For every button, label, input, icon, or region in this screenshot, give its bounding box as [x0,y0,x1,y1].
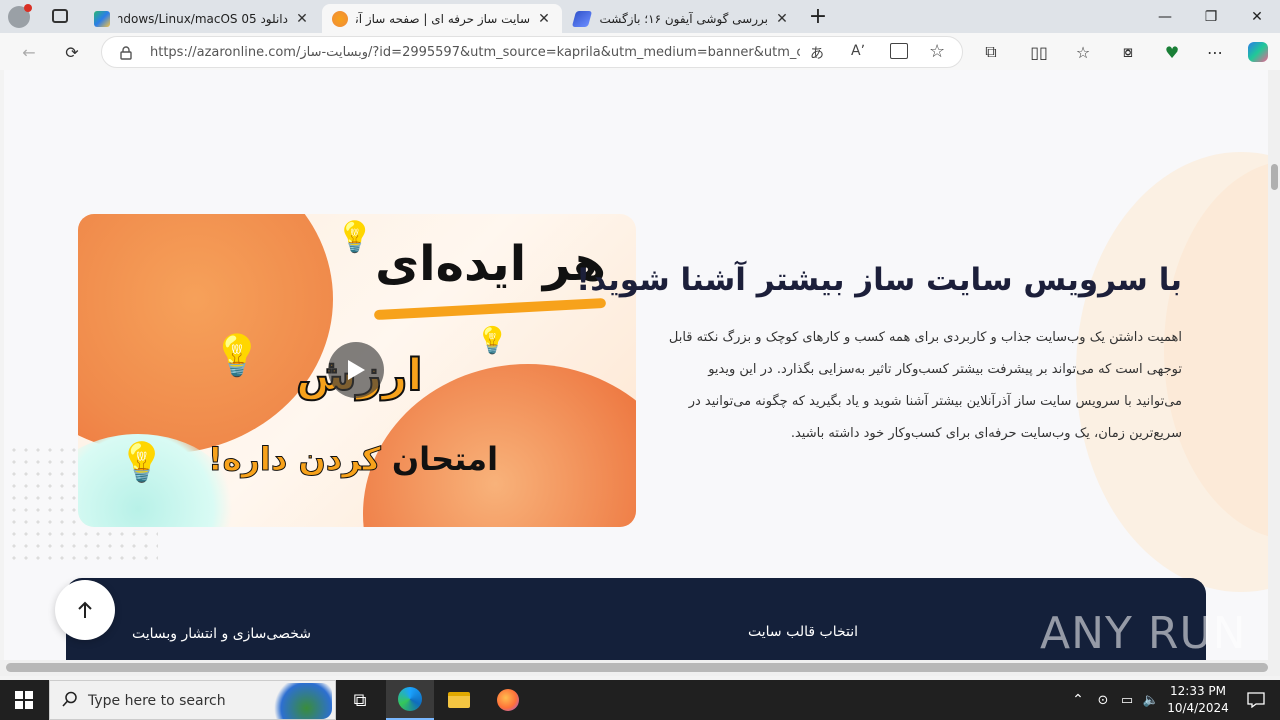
windows-icon [15,691,33,709]
url-text[interactable]: https://azaronline.com/وبسایت-ساز/?id=29… [150,45,800,60]
tray-chevron-icon[interactable]: ⌃ [1064,680,1092,720]
tab-title: سایت ساز حرفه ای | صفحه ساز آنلاین [356,11,530,26]
lightbulb-icon: 💡 [118,440,166,484]
vertical-scroll-thumb[interactable] [1271,164,1278,190]
refresh-icon[interactable]: ⟳ [57,37,87,67]
section-heading: با سرویس سایت ساز بیشتر آشنا شوید! [576,262,1182,298]
lightbulb-icon: 💡 [212,333,262,379]
azaronline-icon [332,10,348,27]
immersive-reader-icon[interactable] [890,43,908,59]
tray-device-icon[interactable]: ⊙ [1090,680,1116,720]
tab-download[interactable]: دانلود Windows/Linux/macOS 05 ✕ [84,4,320,33]
play-icon [348,360,365,380]
section-paragraph: اهمیت داشتن یک وب‌سایت جذاب و کاربردی بر… [668,330,1182,441]
firefox-icon[interactable] [484,680,532,720]
performance-icon[interactable]: ♥ [1157,37,1187,67]
tab-iphone-review[interactable]: بررسی گوشی آیفون ۱۶؛ بازگشت قدرت ✕ [564,4,800,33]
feature-customize-publish: شخصی‌سازی و انتشار وبسایت [132,626,311,642]
search-placeholder: Type here to search [88,693,226,709]
lightbulb-icon: 💡 [336,220,374,255]
browser-toolbar: ← ⟳ https://azaronline.com/وبسایت-ساز/?i… [0,33,1280,70]
web-page: هر ایده‌ای ارزش امتحان کردن داره! 💡 💡 💡 … [4,70,1268,660]
search-highlight-icon [268,683,332,719]
search-icon [62,691,78,711]
vertical-scrollbar[interactable] [1268,70,1280,660]
start-button[interactable] [0,680,48,720]
tab-title: بررسی گوشی آیفون ۱۶؛ بازگشت قدرت [598,11,768,26]
network-icon[interactable]: ▭ [1114,680,1140,720]
system-clock[interactable]: 12:33 PM 10/4/2024 [1162,683,1234,717]
tab-strip: دانلود Windows/Linux/macOS 05 ✕ سایت ساز… [0,0,1280,33]
feature-choose-template: انتخاب قالب سایت [748,624,859,640]
volume-icon[interactable]: 🔈 [1138,680,1164,720]
close-window-button[interactable]: ✕ [1234,0,1280,33]
feature-strip: شخصی‌سازی و انتشار وبسایت انتخاب قالب سا… [66,578,1206,660]
lock-icon[interactable] [120,45,132,60]
news-site-icon [571,10,593,27]
read-aloud-icon[interactable]: A͏ʼ [851,43,865,59]
settings-menu-icon[interactable]: ⋯ [1200,37,1230,67]
close-icon[interactable]: ✕ [294,11,310,27]
lightbulb-icon: 💡 [476,326,509,356]
new-tab-button[interactable]: + [796,0,840,33]
maximize-button[interactable]: ❐ [1188,0,1234,33]
anyrun-watermark: ANY RUN [1040,608,1247,659]
split-screen-icon[interactable]: ▯▯ [1024,37,1054,67]
edge-taskbar-icon[interactable] [386,680,434,720]
scroll-to-top-button[interactable] [55,580,115,640]
video-title-line3: امتحان کردن داره! [208,440,499,479]
notification-dot [24,4,32,12]
minimize-button[interactable]: — [1142,0,1188,33]
clock-date: 10/4/2024 [1167,701,1229,715]
video-player[interactable]: هر ایده‌ای ارزش امتحان کردن داره! 💡 💡 💡 … [78,214,636,527]
download-site-icon [94,10,110,27]
back-arrow-icon[interactable]: ← [14,37,44,67]
taskbar-search[interactable]: Type here to search [49,680,336,720]
collections-icon[interactable]: ⧇ [1113,37,1143,67]
clock-time: 12:33 PM [1170,684,1226,698]
translate-icon[interactable]: あ [810,43,824,63]
horizontal-scrollbar[interactable] [0,660,1280,676]
tab-actions-icon[interactable] [52,9,68,23]
close-icon[interactable]: ✕ [774,11,790,27]
address-bar[interactable]: https://azaronline.com/وبسایت-ساز/?id=29… [101,36,963,68]
tab-site-builder[interactable]: سایت ساز حرفه ای | صفحه ساز آنلاین ✕ [322,4,562,33]
arrow-up-icon [78,601,92,618]
horizontal-scroll-thumb[interactable] [6,663,1268,672]
task-view-icon[interactable]: ⧉ [336,680,384,720]
taskbar: Type here to search ⧉ ⌃ ⊙ ▭ 🔈 12:33 PM 1… [0,680,1280,720]
extensions-icon[interactable]: ⧉ [976,37,1006,67]
close-icon[interactable]: ✕ [536,11,552,27]
copilot-icon[interactable] [1243,37,1273,67]
favorites-icon[interactable]: ☆ [1068,37,1098,67]
favorite-star-icon[interactable]: ☆ [929,41,945,62]
notifications-icon[interactable] [1232,680,1280,720]
underline-decor [373,297,607,321]
tab-title: دانلود Windows/Linux/macOS 05 [118,11,288,26]
play-button[interactable] [328,342,384,398]
file-explorer-icon[interactable] [435,680,483,720]
